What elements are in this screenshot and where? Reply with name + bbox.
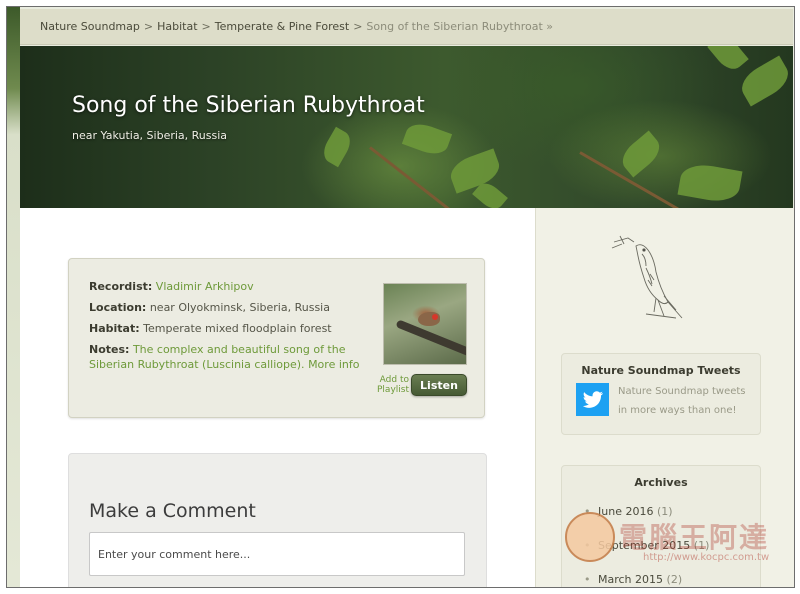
breadcrumb-separator: > [143, 20, 154, 33]
notes-label: Notes: [89, 343, 130, 356]
breadcrumb-link-forest[interactable]: Temperate & Pine Forest [215, 20, 349, 33]
archive-count: (2) [666, 573, 683, 586]
sidebar: Nature Soundmap Tweets Nature Soundmap t… [535, 208, 794, 587]
habitat-row: Habitat: Temperate mixed floodplain fore… [89, 321, 332, 336]
location-row: Location: near Olyokminsk, Siberia, Russ… [89, 300, 330, 315]
archive-item[interactable]: June 2016 (1) [584, 505, 673, 518]
archive-item[interactable]: September 2015 (1) [584, 539, 710, 552]
hero-leaf [318, 126, 356, 168]
archive-count: (1) [656, 505, 673, 518]
hero-leaf [677, 161, 743, 205]
breadcrumb: Nature Soundmap > Habitat > Temperate & … [20, 9, 793, 45]
recording-info-card: Recordist: Vladimir Arkhipov Location: n… [68, 258, 485, 418]
hero-banner: Song of the Siberian Rubythroat near Yak… [20, 46, 793, 208]
add-to-playlist-link[interactable]: Add to Playlist [377, 375, 409, 395]
archive-item[interactable]: March 2015 (2) [584, 573, 683, 586]
twitter-bird-glyph [582, 390, 603, 408]
breadcrumb-separator: > [353, 20, 363, 33]
bird-thumbnail[interactable] [383, 283, 467, 365]
decorative-left-strip [7, 7, 20, 587]
recordist-row: Recordist: Vladimir Arkhipov [89, 279, 254, 294]
tweets-text[interactable]: Nature Soundmap tweets in more ways than… [618, 382, 748, 420]
archive-link[interactable]: March 2015 [598, 573, 663, 586]
more-info-link[interactable]: More info [308, 358, 359, 371]
location-label: Location: [89, 301, 147, 314]
comment-input[interactable] [89, 532, 465, 576]
location-value: near Olyokminsk, Siberia, Russia [149, 301, 330, 314]
recordist-label: Recordist: [89, 280, 153, 293]
archives-title: Archives [634, 476, 688, 489]
notes-row: Notes: The complex and beautiful song of… [89, 342, 374, 372]
comment-section: Make a Comment [68, 453, 487, 587]
habitat-label: Habitat: [89, 322, 140, 335]
comment-heading: Make a Comment [89, 500, 256, 522]
breadcrumb-link-habitat[interactable]: Habitat [157, 20, 197, 33]
browser-viewport: Nature Soundmap > Habitat > Temperate & … [6, 6, 795, 588]
twitter-bird-icon[interactable] [576, 383, 609, 416]
bird-sketch-icon [611, 235, 683, 319]
breadcrumb-separator: > [201, 20, 211, 33]
hero-leaf [616, 130, 666, 178]
listen-button[interactable]: Listen [411, 374, 467, 396]
recordist-link[interactable]: Vladimir Arkhipov [156, 280, 254, 293]
archive-link[interactable]: September 2015 [598, 539, 690, 552]
page-title: Song of the Siberian Rubythroat [72, 93, 425, 118]
archive-count: (1) [693, 539, 710, 552]
hero-leaf [735, 55, 793, 107]
thumbnail-bird-throat [432, 314, 438, 320]
main-content: Recordist: Vladimir Arkhipov Location: n… [20, 208, 535, 587]
tweets-widget: Nature Soundmap Tweets Nature Soundmap t… [561, 353, 761, 435]
archives-widget: Archives June 2016 (1) September 2015 (1… [561, 465, 761, 587]
habitat-value: Temperate mixed floodplain forest [143, 322, 332, 335]
archive-link[interactable]: June 2016 [598, 505, 653, 518]
breadcrumb-link-home[interactable]: Nature Soundmap [40, 20, 140, 33]
breadcrumb-current: Song of the Siberian Rubythroat » [366, 20, 553, 33]
hero-leaf [401, 119, 453, 159]
page-subtitle: near Yakutia, Siberia, Russia [72, 129, 228, 142]
hero-leaf [707, 46, 749, 75]
tweets-title: Nature Soundmap Tweets [581, 364, 741, 377]
